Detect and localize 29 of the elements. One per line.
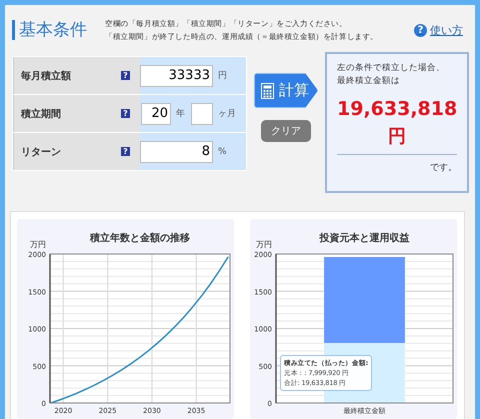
result-text: 左の条件で積立した場合、 (337, 62, 446, 75)
section-title: 基本条件 (12, 20, 99, 40)
result-suffix: です。 (429, 162, 457, 174)
unit-label: ヶ月 (218, 108, 237, 120)
help-icon: ? (414, 24, 427, 36)
result-text: 最終積立金額は (337, 75, 401, 88)
unit-label: % (218, 146, 228, 156)
field-label: 毎月積立額 (21, 69, 71, 82)
chart-title: 投資元本と運用収益 (320, 233, 410, 244)
years-input[interactable]: 20 (141, 102, 171, 124)
unit-label: 円 (218, 70, 228, 82)
axis-title: 万円 (256, 240, 272, 249)
axis-title: 万円 (30, 240, 46, 249)
calculate-button[interactable]: 計算 (254, 73, 318, 108)
field-label: 積立期間 (21, 107, 61, 120)
months-input[interactable] (191, 102, 213, 124)
help-icon[interactable]: ? (121, 147, 130, 156)
currency-label: 円 (387, 125, 407, 148)
help-link[interactable]: ? 使い方 (414, 22, 463, 38)
calculator-icon (261, 82, 274, 98)
unit-label: 年 (176, 108, 186, 120)
help-icon[interactable]: ? (121, 109, 130, 118)
amount-input[interactable]: 33333 (140, 64, 213, 86)
clear-button[interactable]: クリア (261, 120, 311, 142)
result-amount: 19,633,818 (337, 98, 457, 120)
amount-input[interactable]: 8 (140, 140, 213, 162)
help-icon[interactable]: ? (121, 71, 130, 80)
chart-title: 積立年数と金額の推移 (90, 233, 190, 244)
field-label: リターン (21, 146, 61, 158)
